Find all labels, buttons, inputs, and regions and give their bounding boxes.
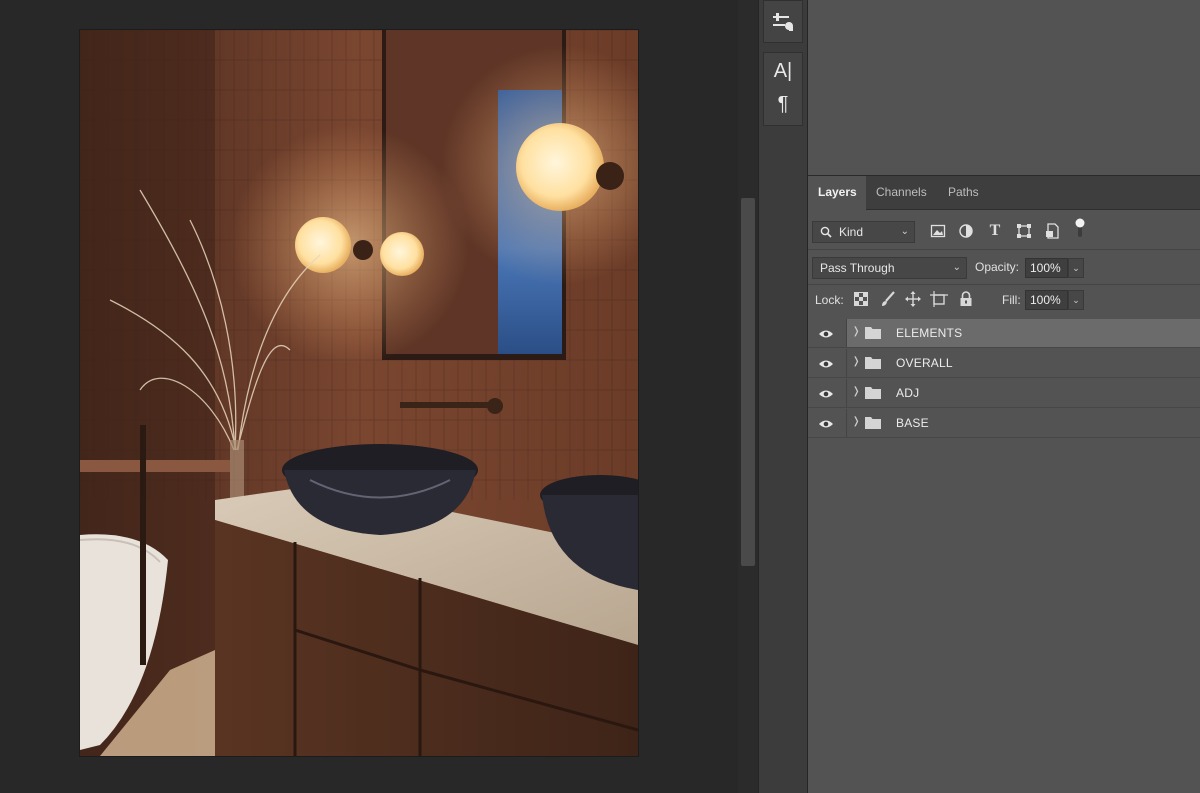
layer-row-overall[interactable]: ❭ OVERALL bbox=[808, 349, 1200, 378]
tab-paths[interactable]: Paths bbox=[938, 176, 990, 210]
eye-icon[interactable] bbox=[816, 379, 836, 408]
opacity-label: Opacity: bbox=[975, 260, 1020, 274]
document-image[interactable] bbox=[80, 30, 638, 756]
layer-row-base[interactable]: ❭ BASE bbox=[808, 409, 1200, 438]
tab-layers[interactable]: Layers bbox=[808, 176, 866, 211]
folder-icon bbox=[865, 357, 881, 369]
lock-row: Lock: Fill: 100% ⌄ bbox=[808, 288, 1200, 312]
opacity-dropdown-button[interactable]: ⌄ bbox=[1068, 258, 1084, 278]
shape-filter-icon[interactable] bbox=[1014, 221, 1034, 241]
divider bbox=[808, 284, 1200, 285]
canvas-area[interactable] bbox=[0, 0, 738, 793]
chevron-right-icon[interactable]: ❭ bbox=[852, 326, 860, 337]
layer-name: OVERALL bbox=[896, 356, 953, 370]
character-type-icon[interactable]: A| bbox=[764, 56, 802, 86]
folder-icon bbox=[865, 387, 881, 399]
blend-mode-value: Pass Through bbox=[820, 261, 895, 275]
lock-image-pixels-icon[interactable] bbox=[879, 290, 897, 308]
upper-panel-area bbox=[808, 0, 1200, 176]
bathroom-render bbox=[80, 30, 638, 756]
layer-name: ADJ bbox=[896, 386, 920, 400]
blend-opacity-row: Pass Through ⌄ Opacity: 100% ⌄ bbox=[808, 254, 1200, 280]
chevron-down-icon: ⌄ bbox=[952, 262, 961, 273]
character-glyph: A| bbox=[773, 59, 793, 82]
lock-transparent-pixels-icon[interactable] bbox=[852, 290, 870, 308]
fill-dropdown-button[interactable]: ⌄ bbox=[1068, 290, 1084, 310]
canvas-vertical-scrollbar[interactable] bbox=[738, 0, 758, 793]
dock-group-properties bbox=[763, 0, 803, 43]
eye-icon[interactable] bbox=[816, 409, 836, 438]
eye-icon[interactable] bbox=[816, 349, 836, 378]
layer-filter-row: Kind ⌄ T bbox=[808, 218, 1200, 246]
folder-icon bbox=[865, 327, 881, 339]
smart-object-filter-icon[interactable] bbox=[1043, 221, 1063, 241]
fill-input[interactable]: 100% bbox=[1025, 290, 1068, 310]
scrollbar-thumb[interactable] bbox=[741, 198, 755, 566]
layers-panel: Layers Channels Paths Kind ⌄ T Pass Thro… bbox=[808, 176, 1200, 793]
eye-icon[interactable] bbox=[816, 319, 836, 348]
dock-group-type: A| ¶ bbox=[763, 52, 803, 126]
panel-tab-bar: Layers Channels Paths bbox=[808, 176, 1200, 211]
panel-dock-strip: A| ¶ bbox=[758, 0, 808, 793]
filter-kind-select[interactable]: Kind ⌄ bbox=[812, 221, 915, 243]
layer-row-elements[interactable]: ❭ ELEMENTS bbox=[808, 319, 1200, 348]
adjustment-filter-icon[interactable] bbox=[956, 221, 976, 241]
image-filter-icon[interactable] bbox=[928, 221, 948, 241]
fill-label: Fill: bbox=[1002, 293, 1021, 307]
chevron-right-icon[interactable]: ❭ bbox=[852, 416, 860, 427]
chevron-right-icon[interactable]: ❭ bbox=[852, 386, 860, 397]
type-filter-icon[interactable]: T bbox=[985, 221, 1005, 241]
lock-artboard-icon[interactable] bbox=[930, 290, 948, 308]
opacity-input[interactable]: 100% bbox=[1025, 258, 1068, 278]
layer-name: ELEMENTS bbox=[896, 326, 963, 340]
lock-label: Lock: bbox=[815, 293, 844, 307]
layer-name: BASE bbox=[896, 416, 929, 430]
blend-mode-select[interactable]: Pass Through ⌄ bbox=[812, 257, 967, 279]
search-icon bbox=[820, 222, 832, 248]
properties-sliders-icon[interactable] bbox=[764, 7, 802, 37]
folder-icon bbox=[865, 417, 881, 429]
paragraph-pilcrow-icon[interactable]: ¶ bbox=[764, 89, 802, 119]
chevron-down-icon: ⌄ bbox=[900, 226, 909, 237]
divider bbox=[808, 249, 1200, 250]
lock-all-icon[interactable] bbox=[957, 290, 975, 308]
chevron-right-icon[interactable]: ❭ bbox=[852, 356, 860, 367]
filter-toggle-icon[interactable] bbox=[1070, 218, 1090, 238]
filter-kind-label: Kind bbox=[839, 225, 864, 239]
paragraph-glyph: ¶ bbox=[777, 92, 789, 115]
layer-row-adj[interactable]: ❭ ADJ bbox=[808, 379, 1200, 408]
lock-position-icon[interactable] bbox=[904, 290, 922, 308]
tab-channels[interactable]: Channels bbox=[866, 176, 938, 210]
